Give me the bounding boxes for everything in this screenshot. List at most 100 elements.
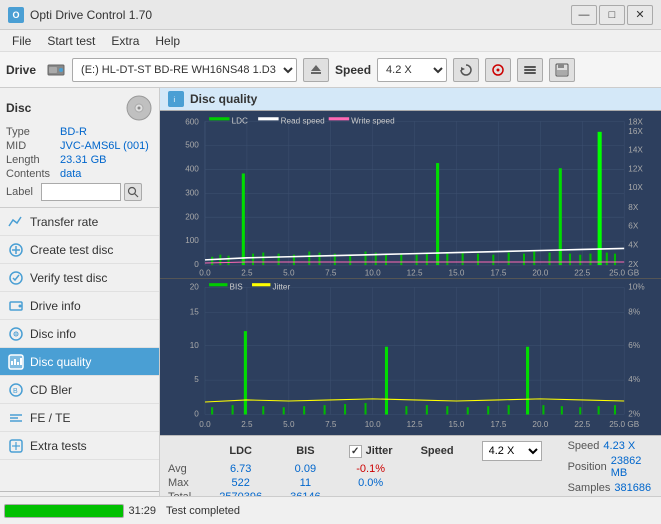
svg-text:100: 100 bbox=[185, 236, 199, 245]
avg-bis: 0.09 bbox=[276, 462, 335, 476]
disc-header: Disc bbox=[6, 94, 153, 122]
settings-button[interactable] bbox=[517, 58, 543, 82]
svg-text:16X: 16X bbox=[628, 127, 643, 136]
svg-text:200: 200 bbox=[185, 212, 199, 221]
speed-select-stats[interactable]: 4.2 X bbox=[482, 441, 542, 461]
disc-section-title: Disc bbox=[6, 101, 31, 115]
type-val: BD-R bbox=[60, 126, 87, 138]
eject-button[interactable] bbox=[303, 58, 329, 82]
svg-text:10.0: 10.0 bbox=[365, 268, 381, 277]
svg-text:22.5: 22.5 bbox=[574, 420, 590, 429]
speed-label: Speed bbox=[335, 63, 371, 77]
drive-toolbar: Drive (E:) HL-DT-ST BD-RE WH16NS48 1.D3 … bbox=[0, 52, 661, 88]
maximize-button[interactable]: □ bbox=[599, 5, 625, 25]
svg-text:6%: 6% bbox=[628, 340, 640, 349]
max-label: Max bbox=[166, 476, 205, 490]
svg-text:6X: 6X bbox=[628, 222, 638, 231]
avg-jitter: -0.1% bbox=[335, 462, 407, 476]
refresh-button[interactable] bbox=[453, 58, 479, 82]
drive-icon bbox=[46, 60, 66, 80]
disc-info-panel: Disc Type BD-R MID JVC-AMS6L (001) Lengt… bbox=[0, 88, 159, 208]
position-value: 23862 MB bbox=[611, 455, 655, 479]
chart-top: 0 100 200 300 400 500 600 2X 4X 6X 8X 10… bbox=[160, 111, 661, 279]
label-search-button[interactable] bbox=[124, 183, 142, 201]
svg-text:7.5: 7.5 bbox=[325, 420, 337, 429]
svg-text:8%: 8% bbox=[628, 307, 640, 316]
sidebar-item-fe-te[interactable]: FE / TE bbox=[0, 404, 159, 432]
speed-row: Speed 4.23 X bbox=[568, 440, 655, 452]
svg-text:2.5: 2.5 bbox=[241, 268, 253, 277]
svg-text:4X: 4X bbox=[628, 240, 638, 249]
minimize-button[interactable]: — bbox=[571, 5, 597, 25]
close-button[interactable]: ✕ bbox=[627, 5, 653, 25]
disc-mid-row: MID JVC-AMS6L (001) bbox=[6, 140, 153, 152]
position-row: Position 23862 MB bbox=[568, 455, 655, 479]
sidebar: Disc Type BD-R MID JVC-AMS6L (001) Lengt… bbox=[0, 88, 160, 524]
position-key: Position bbox=[568, 461, 607, 473]
svg-text:20.0: 20.0 bbox=[532, 420, 548, 429]
window-controls[interactable]: — □ ✕ bbox=[571, 5, 653, 25]
svg-text:LDC: LDC bbox=[232, 116, 248, 125]
svg-text:4%: 4% bbox=[628, 375, 640, 384]
jitter-checkbox[interactable]: ✓ bbox=[349, 445, 362, 458]
svg-text:10: 10 bbox=[190, 340, 199, 349]
disc-length-row: Length 23.31 GB bbox=[6, 154, 153, 166]
menu-help[interactable]: Help bbox=[147, 32, 188, 50]
sidebar-item-transfer-rate[interactable]: Transfer rate bbox=[0, 208, 159, 236]
max-jitter: 0.0% bbox=[335, 476, 407, 490]
stats-max-row: Max 522 11 0.0% bbox=[166, 476, 556, 490]
svg-text:600: 600 bbox=[185, 118, 199, 127]
max-bis: 11 bbox=[276, 476, 335, 490]
type-key: Type bbox=[6, 126, 60, 138]
svg-text:20.0: 20.0 bbox=[532, 268, 548, 277]
stats-table: LDC BIS ✓ Jitter Speed bbox=[166, 440, 556, 504]
stat-col-empty bbox=[166, 440, 205, 462]
menu-start-test[interactable]: Start test bbox=[39, 32, 103, 50]
menu-file[interactable]: File bbox=[4, 32, 39, 50]
mid-val: JVC-AMS6L (001) bbox=[60, 140, 149, 152]
save-button[interactable] bbox=[549, 58, 575, 82]
disc-quality-title: Disc quality bbox=[190, 92, 257, 106]
svg-text:22.5: 22.5 bbox=[574, 268, 590, 277]
menu-extra[interactable]: Extra bbox=[103, 32, 147, 50]
svg-text:15.0: 15.0 bbox=[449, 420, 465, 429]
sidebar-item-extra-tests[interactable]: Extra tests bbox=[0, 432, 159, 460]
titlebar-left: O Opti Drive Control 1.70 bbox=[8, 7, 152, 23]
svg-text:12.5: 12.5 bbox=[407, 268, 423, 277]
sidebar-item-disc-quality[interactable]: Disc quality bbox=[0, 348, 159, 376]
speed-select[interactable]: 4.2 X bbox=[377, 58, 447, 82]
stat-col-ldc: LDC bbox=[205, 440, 276, 462]
svg-text:400: 400 bbox=[185, 164, 199, 173]
svg-text:14X: 14X bbox=[628, 146, 643, 155]
disc-button[interactable] bbox=[485, 58, 511, 82]
svg-text:BIS: BIS bbox=[230, 282, 244, 291]
chart-bottom-svg: 0 5 10 15 20 2% 4% 6% 8% 10% 0.0 2.5 5.0… bbox=[160, 279, 661, 435]
svg-text:300: 300 bbox=[185, 188, 199, 197]
samples-value: 381686 bbox=[614, 482, 651, 494]
verify-test-icon bbox=[8, 270, 24, 286]
svg-text:Write speed: Write speed bbox=[351, 116, 395, 125]
svg-text:17.5: 17.5 bbox=[490, 268, 506, 277]
drive-select[interactable]: (E:) HL-DT-ST BD-RE WH16NS48 1.D3 bbox=[72, 58, 297, 82]
svg-text:17.5: 17.5 bbox=[490, 420, 506, 429]
length-val: 23.31 GB bbox=[60, 154, 106, 166]
sidebar-item-drive-info[interactable]: Drive info bbox=[0, 292, 159, 320]
fe-te-icon bbox=[8, 410, 24, 426]
disc-contents-row: Contents data bbox=[6, 168, 153, 180]
svg-text:7.5: 7.5 bbox=[325, 268, 337, 277]
svg-text:10%: 10% bbox=[628, 282, 645, 291]
stats-avg-row: Avg 6.73 0.09 -0.1% bbox=[166, 462, 556, 476]
svg-text:Read speed: Read speed bbox=[281, 116, 325, 125]
svg-text:15.0: 15.0 bbox=[449, 268, 465, 277]
sidebar-item-create-test-disc[interactable]: Create test disc bbox=[0, 236, 159, 264]
svg-text:2%: 2% bbox=[628, 409, 640, 418]
sidebar-item-verify-test-disc[interactable]: Verify test disc bbox=[0, 264, 159, 292]
label-input[interactable] bbox=[41, 183, 121, 201]
status-time: 31:29 bbox=[128, 505, 156, 517]
progress-bar bbox=[4, 504, 124, 518]
svg-text:18X: 18X bbox=[628, 118, 643, 127]
sidebar-item-cd-bler[interactable]: B CD Bler bbox=[0, 376, 159, 404]
sidebar-item-disc-info[interactable]: Disc info bbox=[0, 320, 159, 348]
main-area: Disc Type BD-R MID JVC-AMS6L (001) Lengt… bbox=[0, 88, 661, 524]
svg-text:25.0 GB: 25.0 GB bbox=[609, 268, 639, 277]
